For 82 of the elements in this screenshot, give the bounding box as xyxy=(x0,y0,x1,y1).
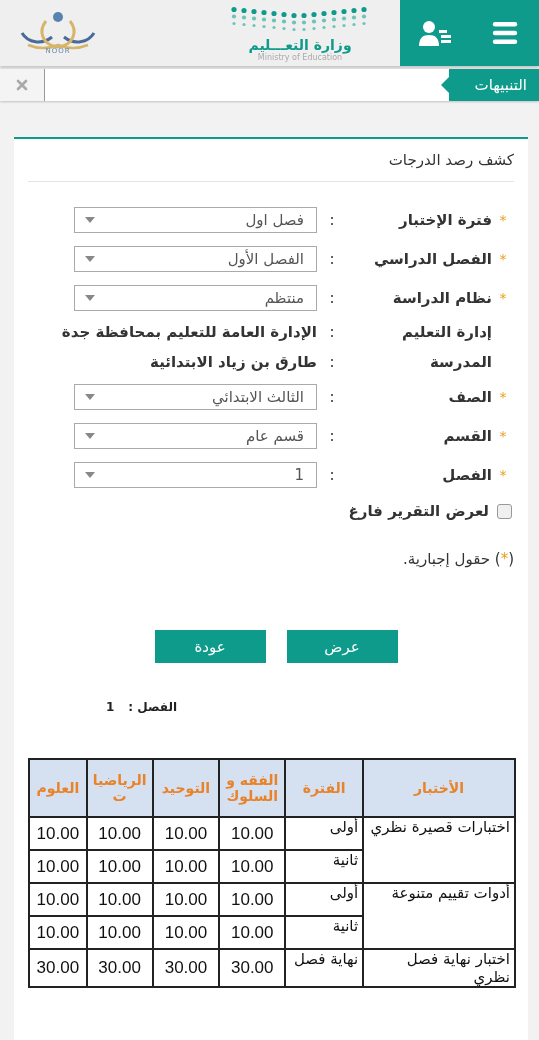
table-cell: ثانية xyxy=(285,916,364,949)
table-cell: أدوات تقييم متنوعة xyxy=(363,883,515,949)
colon-text: : xyxy=(328,210,336,229)
table-cell: 10.00 xyxy=(86,817,153,850)
table-cell: 30.00 xyxy=(29,949,87,987)
table-cell: 10.00 xyxy=(152,817,220,850)
column-header: الأختبار xyxy=(363,759,515,817)
tab-pointer xyxy=(441,77,449,93)
table-cell: 30.00 xyxy=(86,949,153,987)
select-field[interactable]: الثالث الابتدائي xyxy=(74,383,317,410)
table-cell: 10.00 xyxy=(86,916,153,949)
checkbox[interactable] xyxy=(497,503,512,519)
table-cell: 10.00 xyxy=(219,850,286,883)
field-label: فترة الإختبار xyxy=(397,210,492,229)
table-cell: 10.00 xyxy=(86,883,153,916)
required-asterisk: * xyxy=(498,289,508,306)
required-asterisk: * xyxy=(498,427,508,444)
table-cell: نهاية فصل xyxy=(285,949,364,987)
table-cell: أولى xyxy=(285,883,364,916)
required-asterisk: * xyxy=(498,211,508,228)
caret-icon xyxy=(85,216,95,223)
caret-icon xyxy=(85,393,95,400)
field-value: الإدارة العامة للتعليم بمحافظة جدة xyxy=(61,323,317,341)
field-value: طارق بن زياد الابتدائية xyxy=(150,353,317,371)
column-header: الفترة xyxy=(285,759,364,817)
required-asterisk: * xyxy=(498,388,508,405)
close-icon xyxy=(14,77,30,93)
column-header: التوحيد xyxy=(152,759,220,817)
table-cell: 10.00 xyxy=(152,883,220,916)
colon-text: : xyxy=(328,387,336,406)
select-field[interactable]: فصل اول xyxy=(74,206,317,233)
table-cell: اختبار نهاية فصل نظري xyxy=(363,949,515,987)
field-label: المدرسة xyxy=(429,353,492,371)
required-asterisk: * xyxy=(498,466,508,483)
table-cell: اختبارات قصيرة نظري xyxy=(363,817,515,883)
field-label: الفصل xyxy=(441,465,492,484)
table-cell: 10.00 xyxy=(219,883,286,916)
table-cell: 10.00 xyxy=(29,850,87,883)
caret-icon xyxy=(85,471,95,478)
caret-icon xyxy=(85,432,95,439)
colon-text: : xyxy=(328,465,336,484)
caret-icon xyxy=(85,294,95,301)
table-cell: 10.00 xyxy=(219,916,286,949)
table-cell: 10.00 xyxy=(152,850,220,883)
required-note: ( * ) حقول إجبارية. xyxy=(401,550,514,568)
colon-text: : xyxy=(328,323,336,341)
field-label: القسم xyxy=(442,426,492,445)
table-cell: 30.00 xyxy=(152,949,220,987)
select-field[interactable]: 1 xyxy=(74,461,317,488)
table-cell: 30.00 xyxy=(219,949,286,987)
table-cell: أولى xyxy=(285,817,364,850)
column-header: الفقه و السلوك xyxy=(219,759,286,817)
select-field[interactable]: قسم عام xyxy=(74,422,317,449)
select-field[interactable]: منتظم xyxy=(74,284,317,311)
ministry-name: وزارة التعـــليم xyxy=(248,36,352,53)
colon-text: : xyxy=(328,249,336,268)
table-cell: 10.00 xyxy=(86,850,153,883)
close-button[interactable] xyxy=(0,69,45,101)
colon-text: : xyxy=(328,426,336,445)
table-cell: 10.00 xyxy=(152,916,220,949)
column-header: العلوم xyxy=(29,759,87,817)
field-label: الصف xyxy=(447,387,492,406)
card-title: كشف رصد الدرجات xyxy=(28,147,514,182)
class-label: الفصل : xyxy=(128,700,178,714)
table-cell: 10.00 xyxy=(219,817,286,850)
colon-text: : xyxy=(328,353,336,371)
caret-icon xyxy=(85,255,95,262)
field-label: الفصل الدراسي xyxy=(372,249,492,268)
table-cell: 10.00 xyxy=(29,817,87,850)
checkbox-label: لعرض التقرير فارغ xyxy=(348,502,489,520)
noor-logo-icon xyxy=(18,11,98,51)
field-label: إدارة التعليم xyxy=(400,323,492,341)
column-header: الرياضيات xyxy=(86,759,153,817)
required-asterisk: * xyxy=(498,250,508,267)
colon-text: : xyxy=(328,288,336,307)
table-cell: 10.00 xyxy=(29,883,87,916)
table-cell: ثانية xyxy=(285,850,364,883)
class-value: 1 xyxy=(106,700,115,714)
table-cell: 10.00 xyxy=(29,916,87,949)
user-list-icon[interactable] xyxy=(418,20,453,46)
select-field[interactable]: الفصل الأول xyxy=(74,245,317,272)
field-label: نظام الدراسة xyxy=(391,288,492,307)
